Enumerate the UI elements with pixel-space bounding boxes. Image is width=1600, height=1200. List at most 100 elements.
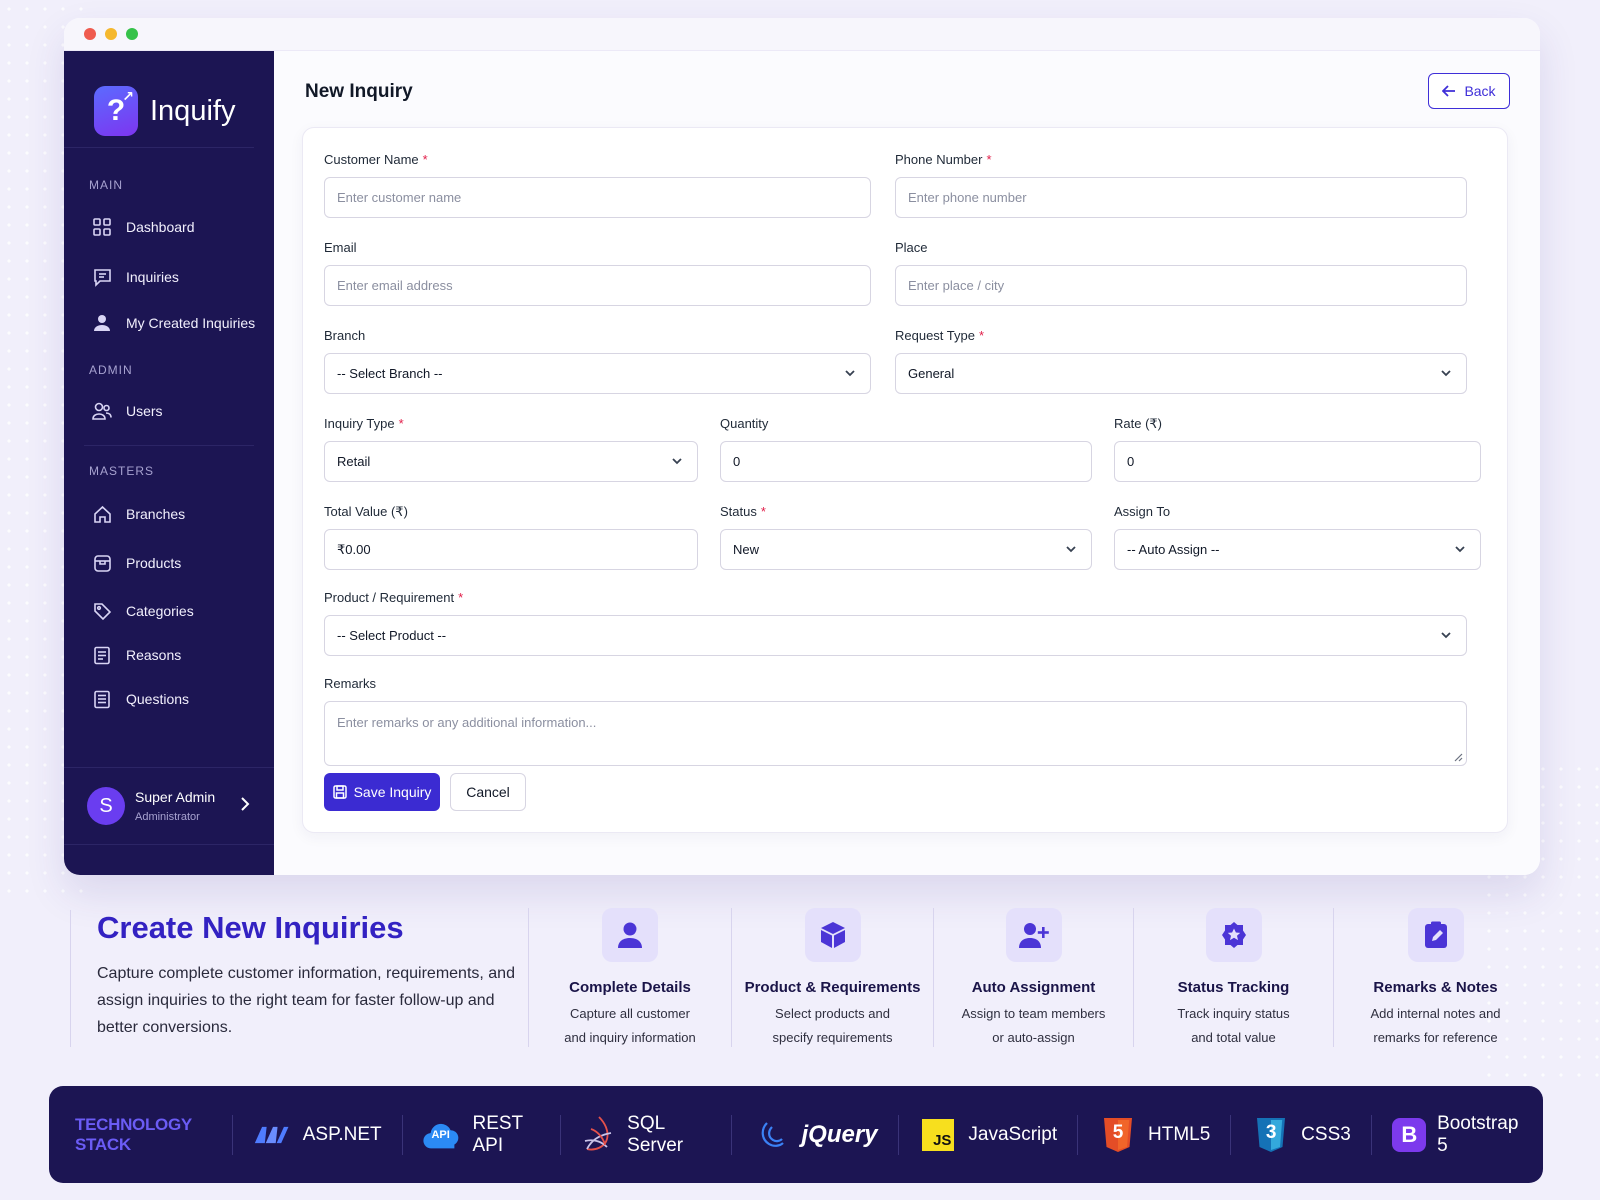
sidebar-section-masters: MASTERS [89,464,155,478]
quantity-input[interactable]: 0 [720,441,1092,482]
back-button[interactable]: Back [1428,73,1510,109]
branch-select-value: -- Select Branch -- [337,366,443,381]
sidebar-item-users[interactable]: Users [64,389,274,433]
save-inquiry-button[interactable]: Save Inquiry [324,773,440,811]
assign-to-select-value: -- Auto Assign -- [1127,542,1220,557]
feature-product-requirements: Product & Requirements Select products a… [731,908,933,1047]
email-field: Email Enter email address [324,240,871,306]
hero-section: Create New Inquiries Capture complete cu… [70,910,528,1047]
sidebar: ? ↗ Inquify MAIN Dashboard Inquiries My … [64,51,274,875]
quantity-field: Quantity 0 [720,416,1092,482]
bootstrap-logo: B [1392,1115,1427,1155]
cube-icon [804,908,861,962]
place-input[interactable]: Enter place / city [895,265,1467,306]
user-profile[interactable]: S Super Admin Administrator [64,767,274,845]
chevron-down-icon [672,458,682,465]
product-requirement-field: Product / Requirement * -- Select Product… [324,590,1467,656]
sidebar-item-label: Questions [126,691,190,707]
feature-complete-details: Complete Details Capture all customer and… [528,908,731,1047]
sidebar-item-label: My Created Inquiries [126,315,256,331]
feature-auto-assignment: Auto Assignment Assign to team members or… [933,908,1133,1047]
hero-title: Create New Inquiries [97,910,404,945]
chat-icon [92,267,112,287]
status-field: Status * New [720,504,1092,570]
sidebar-item-label: Dashboard [126,219,195,235]
sidebar-item-categories[interactable]: Categories [64,589,274,633]
app-layout: ? ↗ Inquify MAIN Dashboard Inquiries My … [64,51,1540,875]
phone-number-input[interactable]: Enter phone number [895,177,1467,218]
sidebar-item-branches[interactable]: Branches [64,492,274,536]
sidebar-item-label: Users [126,403,163,419]
javascript-logo: JS [918,1115,958,1155]
sidebar-item-label: Inquiries [126,269,179,285]
page-title: New Inquiry [305,81,413,102]
sidebar-item-inquiries[interactable]: Inquiries [64,255,274,299]
rate-field: Rate (₹) 0 [1114,416,1481,482]
clipboard-edit-icon [1407,908,1464,962]
sidebar-item-questions[interactable]: Questions [64,677,274,721]
feature-title: Auto Assignment [971,979,1096,996]
product-requirement-label: Product / Requirement [324,590,455,605]
assign-to-select[interactable]: -- Auto Assign -- [1114,529,1481,570]
tech-name: SQL Server [627,1112,684,1156]
back-button-label: Back [1464,83,1496,99]
brand[interactable]: ? ↗ Inquify [64,51,254,148]
html5-logo: 5 [1098,1115,1138,1155]
chevron-right-icon[interactable] [240,796,250,817]
profile-name: Super Admin [135,789,216,805]
request-type-label: Request Type [895,328,975,343]
feature-title: Remarks & Notes [1373,979,1498,996]
place-field: Place Enter place / city [895,240,1467,306]
customer-name-label: Customer Name [324,152,419,167]
tech-name: CSS3 [1301,1123,1351,1145]
tech-name: jQuery [801,1120,878,1148]
required-mark: * [458,590,464,605]
remarks-textarea[interactable]: Enter remarks or any additional informat… [324,701,1467,766]
window-maximize-dot[interactable] [126,28,138,40]
place-label: Place [895,240,928,255]
chevron-down-icon [845,370,855,377]
sidebar-item-dashboard[interactable]: Dashboard [64,205,274,249]
total-value-input[interactable]: ₹0.00 [324,529,698,570]
feature-desc: Assign to team members or auto-assign [961,1006,1106,1045]
feature-status-tracking: Status Tracking Track inquiry status and … [1133,908,1333,1047]
sidebar-item-my-created-inquiries[interactable]: My Created Inquiries [64,301,274,345]
feature-desc: Add internal notes and remarks for refere… [1370,1006,1501,1045]
rate-input[interactable]: 0 [1114,441,1481,482]
product-select[interactable]: -- Select Product -- [324,615,1467,656]
email-input[interactable]: Enter email address [324,265,871,306]
tech-name: ASP.NET [302,1123,382,1145]
tech-name: REST API [472,1112,523,1156]
feature-desc: Capture all customer and inquiry informat… [564,1006,696,1045]
inquiry-type-select-value: Retail [337,454,371,469]
resize-handle-icon[interactable] [1453,752,1463,762]
quantity-label: Quantity [720,416,769,431]
sidebar-item-reasons[interactable]: Reasons [64,633,274,677]
sidebar-item-label: Categories [126,603,194,619]
tech-bootstrap: B Bootstrap 5 [1372,1113,1543,1157]
status-select[interactable]: New [720,529,1092,570]
brand-name: Inquify [150,94,236,127]
jquery-logo [752,1115,792,1155]
sidebar-section-main: MAIN [89,178,123,192]
person-icon [602,908,658,962]
request-type-select[interactable]: General [895,353,1467,394]
remarks-placeholder: Enter remarks or any additional informat… [337,715,597,730]
sidebar-item-products[interactable]: Products [64,541,274,585]
users-icon [92,401,112,421]
tech-name: Bootstrap 5 [1437,1112,1519,1156]
window-close-dot[interactable] [84,28,96,40]
status-select-value: New [733,542,760,557]
document-icon [92,645,112,665]
customer-name-input[interactable]: Enter customer name [324,177,871,218]
branch-select[interactable]: -- Select Branch -- [324,353,871,394]
tech-sql-server: SQL Server [561,1113,730,1157]
window-minimize-dot[interactable] [105,28,117,40]
sidebar-section-admin: ADMIN [89,363,133,377]
cancel-button[interactable]: Cancel [450,773,526,811]
sidebar-item-label: Products [126,555,182,571]
inquiry-type-select[interactable]: Retail [324,441,698,482]
user-icon [92,313,112,333]
remarks-field: Remarks Enter remarks or any additional … [324,676,1467,766]
branch-label: Branch [324,328,366,343]
